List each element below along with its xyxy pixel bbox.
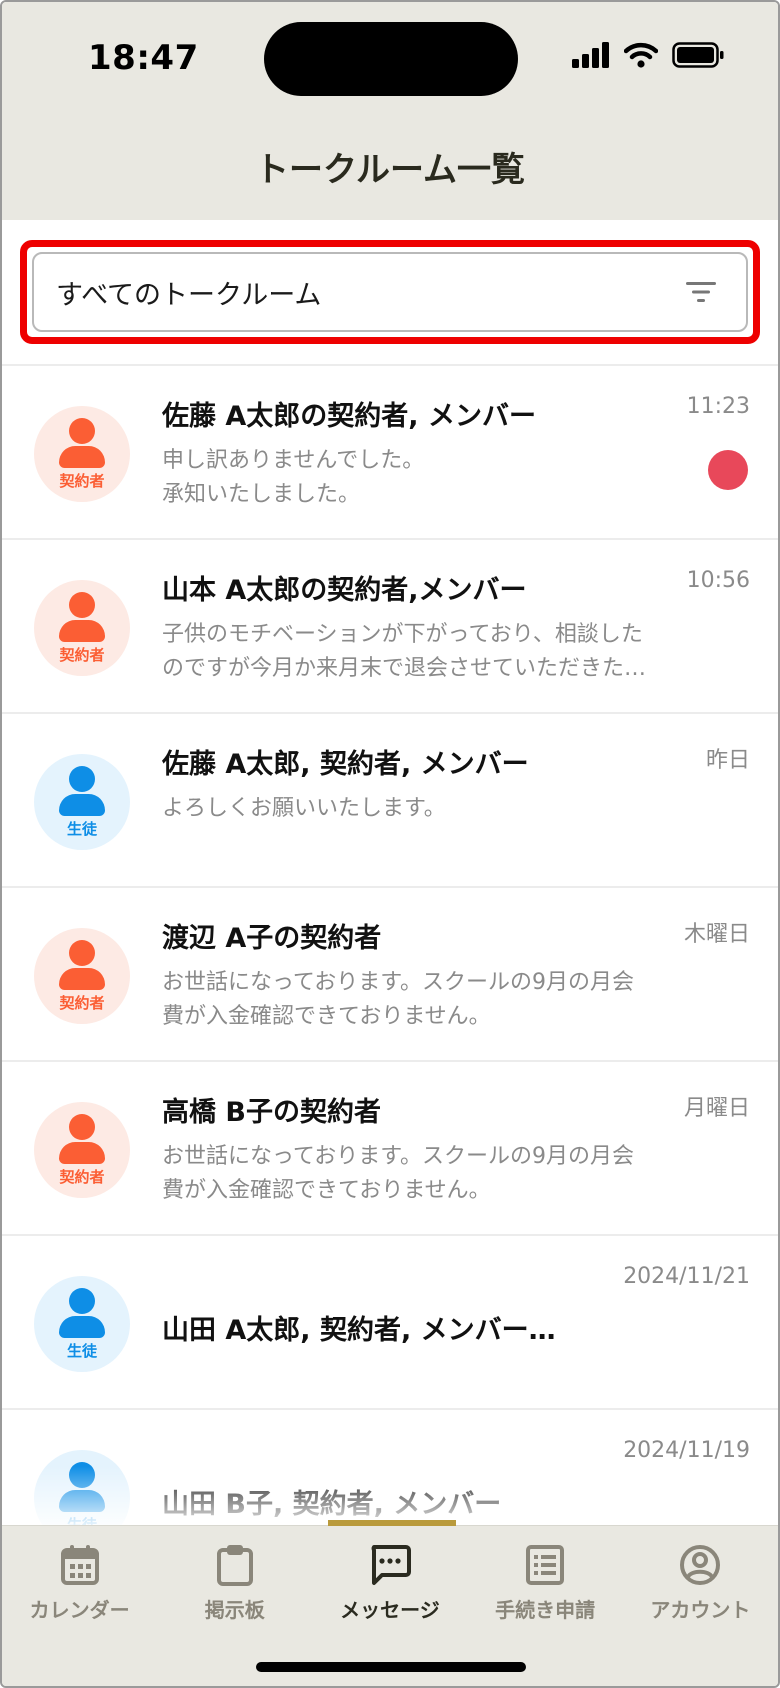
talk-room-item[interactable]: 生徒 山田 A太郎, 契約者, メンバー, 生徒 2024/11/21: [2, 1234, 778, 1408]
tab-bulletin-board[interactable]: 掲示板: [165, 1544, 305, 1623]
calendar-icon: [60, 1545, 99, 1585]
avatar-student: 生徒: [34, 754, 130, 850]
person-icon: [69, 1288, 95, 1314]
message-preview: 申し訳ありませんでした。 承知いたしました。: [162, 448, 425, 507]
room-name: 高橋 B子の契約者: [162, 1097, 381, 1128]
list-icon: [526, 1545, 565, 1585]
message-time: 10:56: [686, 568, 750, 593]
home-indicator[interactable]: [256, 1662, 526, 1672]
talk-room-item[interactable]: 契約者 佐藤 A太郎の契約者, メンバー 申し訳ありませんでした。 承知いたしま…: [2, 364, 778, 538]
talk-room-item[interactable]: 生徒 佐藤 A太郎, 契約者, メンバー よろしくお願いいたします。 昨日: [2, 712, 778, 886]
message-preview: よろしくお願いいたします。: [162, 796, 446, 821]
message-time: 2024/11/21: [623, 1264, 750, 1289]
avatar-role-label: 契約者: [59, 1168, 105, 1186]
status-time: 18:47: [88, 38, 199, 78]
room-name: 佐藤 A太郎, 契約者, メンバー: [162, 749, 529, 780]
person-icon: [69, 592, 95, 618]
talk-room-list: 契約者 佐藤 A太郎の契約者, メンバー 申し訳ありませんでした。 承知いたしま…: [2, 364, 778, 1582]
battery-icon: [672, 42, 724, 68]
room-name: 山田 B子, 契約者, メンバー: [162, 1489, 502, 1520]
avatar-role-label: 契約者: [59, 994, 105, 1012]
dynamic-island: [264, 22, 518, 96]
account-icon: [680, 1545, 721, 1585]
message-icon: [371, 1545, 411, 1585]
person-icon: [69, 940, 95, 966]
avatar-contract: 契約者: [34, 406, 130, 502]
tab-label: 掲示板: [204, 1598, 265, 1622]
person-icon: [69, 1462, 95, 1488]
tab-account[interactable]: アカウント: [630, 1544, 770, 1623]
tab-label: カレンダー: [29, 1598, 130, 1622]
active-tab-indicator: [328, 1520, 456, 1526]
filter-icon[interactable]: [686, 281, 716, 303]
avatar-role-label: 生徒: [66, 1342, 97, 1360]
tab-procedures[interactable]: 手続き申請: [475, 1544, 615, 1623]
tab-bar: カレンダー 掲示板 メッセージ 手続き申請 アカウント: [2, 1520, 778, 1686]
tab-calendar[interactable]: カレンダー: [10, 1544, 150, 1623]
message-time: 11:23: [686, 394, 750, 419]
message-preview: お世話になっております。スクールの9月の月会費が入金確認できておりません。: [162, 970, 635, 1029]
room-name: 佐藤 A太郎の契約者, メンバー: [162, 401, 536, 432]
message-time: 木曜日: [683, 922, 750, 947]
message-preview: 子供のモチベーションが下がっており、相談したのですが今月か来月末で退会させていた…: [162, 622, 647, 681]
avatar-student: 生徒: [34, 1276, 130, 1372]
unread-badge: [708, 450, 748, 490]
room-name: 渡辺 A子の契約者: [162, 923, 382, 954]
tab-list: カレンダー 掲示板 メッセージ 手続き申請 アカウント: [2, 1544, 778, 1623]
clipboard-icon: [216, 1545, 253, 1586]
wifi-icon: [624, 42, 658, 68]
status-icons: [572, 42, 724, 68]
room-filter-select[interactable]: すべてのトークルーム: [32, 252, 748, 332]
avatar-contract: 契約者: [34, 928, 130, 1024]
message-time: 昨日: [705, 748, 750, 773]
message-time: 月曜日: [683, 1096, 750, 1121]
filter-label: すべてのトークルーム: [56, 279, 322, 311]
tab-messages[interactable]: メッセージ: [320, 1544, 460, 1623]
person-icon: [69, 766, 95, 792]
header-area: 18:47 トークルーム一覧: [2, 2, 778, 220]
talk-room-item[interactable]: 契約者 渡辺 A子の契約者 お世話になっております。スクールの9月の月会費が入金…: [2, 886, 778, 1060]
room-name: 山田 A太郎, 契約者, メンバー, 生徒: [162, 1315, 562, 1346]
avatar-role-label: 生徒: [66, 820, 97, 838]
message-preview: お世話になっております。スクールの9月の月会費が入金確認できておりません。: [162, 1144, 635, 1203]
room-name: 山本 A太郎の契約者,メンバー: [162, 575, 527, 606]
talk-room-item[interactable]: 契約者 山本 A太郎の契約者,メンバー 子供のモチベーションが下がっており、相談…: [2, 538, 778, 712]
signal-icon: [572, 42, 609, 68]
person-icon: [69, 418, 95, 444]
avatar-role-label: 契約者: [59, 646, 105, 664]
tab-label: アカウント: [650, 1598, 751, 1622]
avatar-contract: 契約者: [34, 1102, 130, 1198]
message-time: 2024/11/19: [623, 1438, 750, 1463]
avatar-role-label: 契約者: [59, 472, 105, 490]
filter-highlight: すべてのトークルーム: [20, 240, 760, 344]
page-title: トークルーム一覧: [255, 150, 525, 190]
avatar-contract: 契約者: [34, 580, 130, 676]
talk-room-item[interactable]: 契約者 高橋 B子の契約者 お世話になっております。スクールの9月の月会費が入金…: [2, 1060, 778, 1234]
tab-label: メッセージ: [340, 1598, 440, 1622]
app-screen: 18:47 トークルーム一覧 すべてのトークルーム 契約者 佐藤 A太郎の契約者…: [0, 0, 780, 1688]
person-icon: [69, 1114, 95, 1140]
tab-label: 手続き申請: [495, 1598, 596, 1622]
